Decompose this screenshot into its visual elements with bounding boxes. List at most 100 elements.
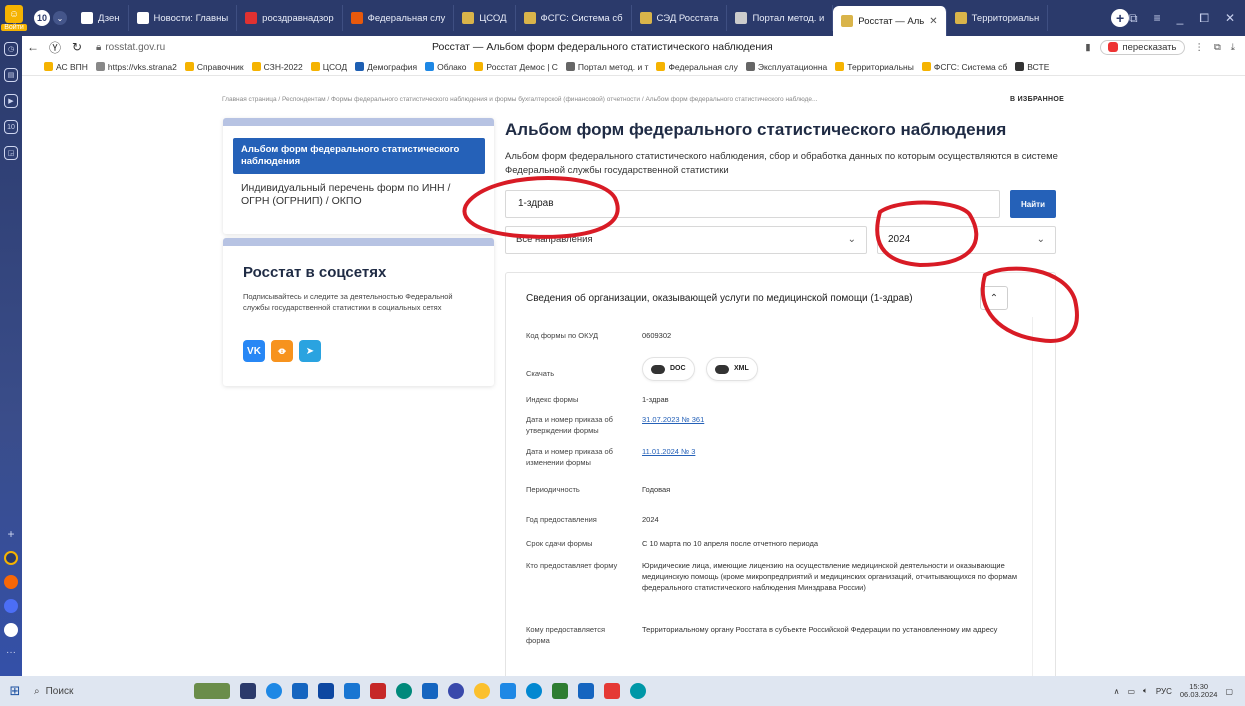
back-button[interactable]: ← (22, 40, 44, 54)
bookmark-item[interactable]: Эксплуатационна (745, 62, 827, 72)
bookmark-item[interactable]: Росстат Демос | С (474, 62, 558, 72)
change-link[interactable]: 11.01.2024 № 3 (642, 447, 695, 456)
collapse-button[interactable]: ⌃ (980, 286, 1008, 310)
app-icon[interactable] (630, 683, 646, 699)
close-tab-icon[interactable]: ✕ (929, 16, 937, 27)
more-icon[interactable]: ⋮ (1195, 42, 1205, 53)
tab-favicon-icon (735, 12, 748, 24)
word-icon[interactable] (578, 683, 594, 699)
taskbar-search[interactable]: ⌕ Поиск (30, 686, 150, 697)
bookmark-item[interactable]: ЦСОД (310, 62, 347, 72)
bookmark-item[interactable]: Территориальны (835, 62, 914, 72)
browser-tab[interactable]: ФСГС: Система сб (516, 5, 632, 31)
bookmark-item[interactable]: Справочник (184, 62, 244, 72)
task-view-icon[interactable] (240, 683, 256, 699)
clock[interactable]: 15:30 06.03.2024 (1180, 682, 1218, 700)
mail-icon[interactable] (318, 683, 334, 699)
download-doc-button[interactable]: DOC (642, 357, 695, 381)
excel-icon[interactable] (552, 683, 568, 699)
vk-icon[interactable]: VK (243, 340, 265, 362)
browser-tab[interactable]: ЦСОД (454, 5, 516, 31)
app-icon[interactable] (4, 623, 18, 637)
year-select[interactable]: 2024 ⌄ (877, 226, 1056, 254)
app-icon[interactable] (422, 683, 438, 699)
bookmark-item[interactable]: Демография (355, 62, 417, 72)
edge-icon[interactable] (396, 683, 412, 699)
alice-icon[interactable] (4, 551, 18, 565)
direction-select[interactable]: Все направления ⌄ (505, 226, 867, 254)
telegram-icon[interactable]: ➤ (299, 340, 321, 362)
menu-icon[interactable]: ≡ (1154, 11, 1161, 25)
app-icon[interactable] (604, 683, 620, 699)
windows-start-icon[interactable]: ⊞ (0, 683, 30, 699)
search-input[interactable]: 1-здрав (505, 190, 1000, 218)
browser-tab[interactable]: Дзен (73, 5, 129, 31)
app-icon[interactable] (526, 683, 542, 699)
row-download: Скачать DOC XML (526, 357, 1046, 383)
pdf-icon[interactable] (370, 683, 386, 699)
bookmark-item[interactable]: ФСГС: Система сб (921, 62, 1007, 72)
bookmark-item[interactable]: Облако (425, 62, 466, 72)
bookmark-icon[interactable]: ▮ (1085, 42, 1090, 53)
browser-tab[interactable]: росздравнадзор (237, 5, 343, 31)
tab-count: 10 (34, 10, 50, 26)
browser-tab[interactable]: СЭД Росстата (632, 5, 728, 31)
bookmark-item[interactable]: АС ВПН (44, 62, 88, 72)
browser-tab[interactable]: Портал метод. и (727, 5, 834, 31)
app-icon[interactable] (4, 599, 18, 613)
browser-tab[interactable]: Росстат — Аль ✕ (833, 6, 947, 36)
bookmark-item[interactable]: https://vks.strana2 (95, 62, 177, 72)
yandex-icon[interactable]: Ⓨ (44, 39, 66, 56)
url-field[interactable]: 🔒︎ rosstat.gov.ru (96, 42, 165, 53)
widget-icon[interactable] (194, 683, 230, 699)
minimize-icon[interactable]: _ (1177, 11, 1184, 25)
nav-item-individual-list[interactable]: Индивидуальный перечень форм по ИНН / ОГ… (241, 182, 481, 208)
bookmark-item[interactable]: Портал метод. и т (565, 62, 648, 72)
app-icon[interactable] (266, 683, 282, 699)
odnoklassniki-icon[interactable]: ꝋ (271, 340, 293, 362)
app-icon[interactable] (292, 683, 308, 699)
collections-icon[interactable]: ▤ (4, 68, 18, 82)
close-icon[interactable]: ✕ (1225, 11, 1235, 25)
download-xml-button[interactable]: XML (706, 357, 758, 381)
collections-icon[interactable]: ⧉ (1129, 11, 1138, 26)
play-icon[interactable]: ▶ (4, 94, 18, 108)
add-icon[interactable]: + (7, 527, 14, 541)
browser-tab[interactable]: Новости: Главны (129, 5, 238, 31)
bookmark-item[interactable]: СЗН-2022 (251, 62, 303, 72)
notifications-icon[interactable]: ▢ (1225, 687, 1233, 696)
language-indicator[interactable]: РУС (1156, 687, 1172, 696)
tab-counter[interactable]: 10 ⌄ (28, 10, 73, 26)
restore-icon[interactable]: ⧠ (1199, 11, 1209, 26)
browser-tab[interactable]: Территориальн (947, 5, 1049, 31)
nav-item-album[interactable]: Альбом форм федерального статистического… (233, 138, 485, 174)
bookmarks-bar: АС ВПН https://vks.strana2 Справочник СЗН-2… (22, 58, 1245, 76)
network-icon[interactable]: ▭ (1127, 687, 1135, 696)
screenshot-icon[interactable]: ◲ (4, 146, 18, 160)
browser-tab[interactable]: Федеральная слу (343, 5, 455, 31)
bookmark-item[interactable]: ВСТЕ (1015, 62, 1049, 72)
yandex-browser-icon[interactable] (474, 683, 490, 699)
app-icon[interactable] (344, 683, 360, 699)
bookmark-item[interactable]: Федеральная слу (656, 62, 738, 72)
add-to-favorites-link[interactable]: В ИЗБРАННОЕ (1010, 96, 1064, 103)
history-icon[interactable]: ◷ (4, 42, 18, 56)
retell-button[interactable]: пересказать (1100, 39, 1185, 55)
app-icon[interactable] (500, 683, 516, 699)
tray-chevron-icon[interactable]: ∧ (1114, 687, 1120, 696)
tab-favicon-icon (639, 12, 652, 24)
breadcrumb[interactable]: Главная страница / Респондентам / Формы … (222, 96, 817, 103)
volume-icon[interactable]: 🔈︎ (1143, 686, 1148, 696)
reload-button[interactable]: ↻ (66, 40, 88, 54)
approval-link[interactable]: 31.07.2023 № 361 (642, 415, 704, 424)
bookmark-favicon-icon (1015, 62, 1025, 71)
counter-icon[interactable]: 10 (4, 120, 18, 134)
more-icon[interactable]: ··· (6, 647, 16, 658)
app-icon[interactable] (448, 683, 464, 699)
new-tab-button[interactable]: + (1111, 9, 1130, 27)
extension-icon[interactable]: ⧉ (1214, 42, 1221, 53)
yandex-login-button[interactable]: ☺ Войти (0, 0, 28, 36)
download-icon[interactable]: ⤓ (1231, 42, 1235, 53)
find-button[interactable]: Найти (1010, 190, 1056, 218)
app-icon[interactable] (4, 575, 18, 589)
